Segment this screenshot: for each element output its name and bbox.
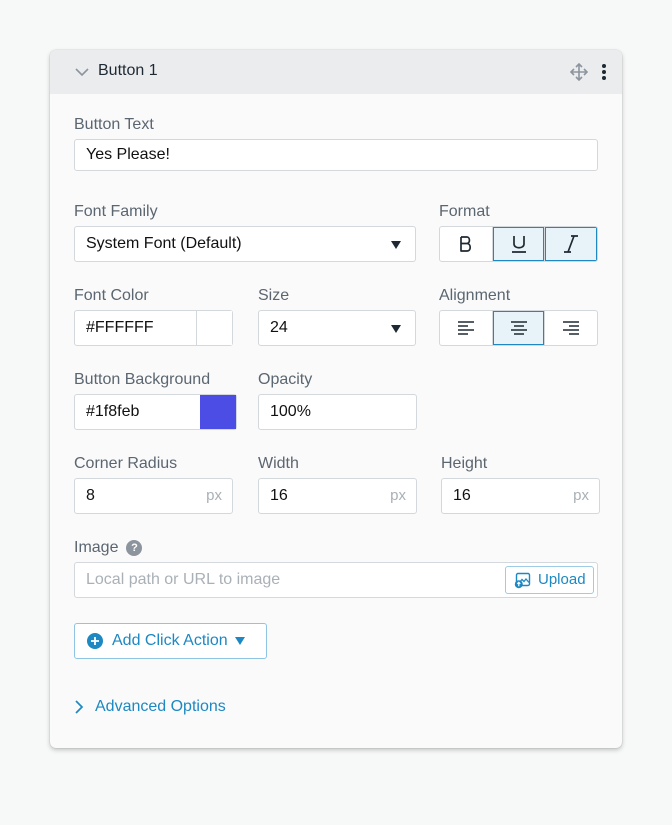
align-right-toggle[interactable] bbox=[544, 311, 597, 345]
button-settings-panel: Button 1 Button Text Yes Please! Font Fa… bbox=[50, 50, 622, 748]
alignment-toggle-group bbox=[439, 310, 598, 346]
width-input[interactable]: 16 px bbox=[258, 478, 417, 514]
panel-title: Button 1 bbox=[98, 62, 158, 79]
image-label: Image bbox=[74, 539, 119, 556]
font-color-input[interactable]: #FFFFFF bbox=[74, 310, 233, 346]
width-unit: px bbox=[390, 487, 406, 504]
size-label: Size bbox=[258, 287, 290, 304]
align-center-icon bbox=[510, 321, 527, 335]
format-label: Format bbox=[439, 203, 490, 220]
advanced-options-toggle[interactable]: Advanced Options bbox=[74, 698, 226, 716]
font-family-value: System Font (Default) bbox=[86, 235, 242, 252]
align-center-toggle[interactable] bbox=[491, 311, 545, 345]
height-unit: px bbox=[573, 487, 589, 504]
font-color-swatch[interactable] bbox=[196, 311, 232, 345]
font-family-label: Font Family bbox=[74, 203, 158, 220]
add-click-action-label: Add Click Action bbox=[112, 632, 228, 649]
align-right-icon bbox=[563, 321, 580, 335]
chevron-right-icon bbox=[75, 700, 84, 714]
italic-toggle[interactable] bbox=[544, 227, 597, 261]
more-vertical-icon[interactable] bbox=[598, 63, 610, 81]
align-left-toggle[interactable] bbox=[440, 311, 492, 345]
size-value: 24 bbox=[270, 319, 288, 336]
button-background-label: Button Background bbox=[74, 371, 211, 388]
button-background-input[interactable]: #1f8feb bbox=[74, 394, 237, 430]
width-label: Width bbox=[258, 455, 299, 472]
chevron-down-icon[interactable] bbox=[74, 64, 90, 80]
font-color-label: Font Color bbox=[74, 287, 149, 304]
bold-icon bbox=[459, 236, 471, 252]
height-value: 16 bbox=[453, 487, 471, 504]
height-input[interactable]: 16 px bbox=[441, 478, 600, 514]
image-url-placeholder: Local path or URL to image bbox=[86, 571, 281, 588]
width-value: 16 bbox=[270, 487, 288, 504]
image-label-row: Image? bbox=[74, 539, 143, 557]
bold-toggle[interactable] bbox=[440, 227, 492, 261]
opacity-input[interactable]: 100% bbox=[258, 394, 417, 430]
button-text-value: Yes Please! bbox=[86, 146, 170, 163]
corner-radius-value: 8 bbox=[86, 487, 95, 504]
size-select[interactable]: 24 bbox=[258, 310, 416, 346]
panel-header[interactable]: Button 1 bbox=[50, 50, 622, 94]
alignment-label: Alignment bbox=[439, 287, 511, 304]
button-text-input[interactable]: Yes Please! bbox=[74, 139, 598, 171]
format-toggle-group bbox=[439, 226, 598, 262]
button-background-value: #1f8feb bbox=[86, 403, 140, 420]
upload-image-icon bbox=[514, 572, 531, 588]
move-icon[interactable] bbox=[570, 63, 588, 81]
help-icon[interactable]: ? bbox=[126, 540, 143, 556]
upload-button[interactable]: Upload bbox=[505, 566, 594, 594]
align-left-icon bbox=[457, 321, 474, 335]
add-click-action-button[interactable]: Add Click Action bbox=[74, 623, 267, 659]
underline-toggle[interactable] bbox=[491, 227, 545, 261]
advanced-options-label: Advanced Options bbox=[95, 698, 226, 715]
height-label: Height bbox=[441, 455, 488, 472]
upload-label: Upload bbox=[538, 571, 586, 588]
corner-radius-label: Corner Radius bbox=[74, 455, 178, 472]
button-background-swatch[interactable] bbox=[200, 395, 236, 429]
italic-icon bbox=[564, 235, 579, 253]
caret-down-icon bbox=[391, 241, 401, 249]
font-family-select[interactable]: System Font (Default) bbox=[74, 226, 416, 262]
opacity-label: Opacity bbox=[258, 371, 313, 388]
underline-icon bbox=[511, 236, 526, 253]
corner-radius-input[interactable]: 8 px bbox=[74, 478, 233, 514]
plus-circle-icon bbox=[87, 633, 103, 649]
button-text-label: Button Text bbox=[74, 116, 154, 133]
font-color-value: #FFFFFF bbox=[86, 319, 154, 336]
caret-down-icon bbox=[391, 325, 401, 333]
corner-radius-unit: px bbox=[206, 487, 222, 504]
opacity-value: 100% bbox=[270, 403, 311, 420]
caret-down-icon bbox=[234, 637, 245, 645]
image-url-input[interactable]: Local path or URL to image Upload bbox=[74, 562, 598, 598]
